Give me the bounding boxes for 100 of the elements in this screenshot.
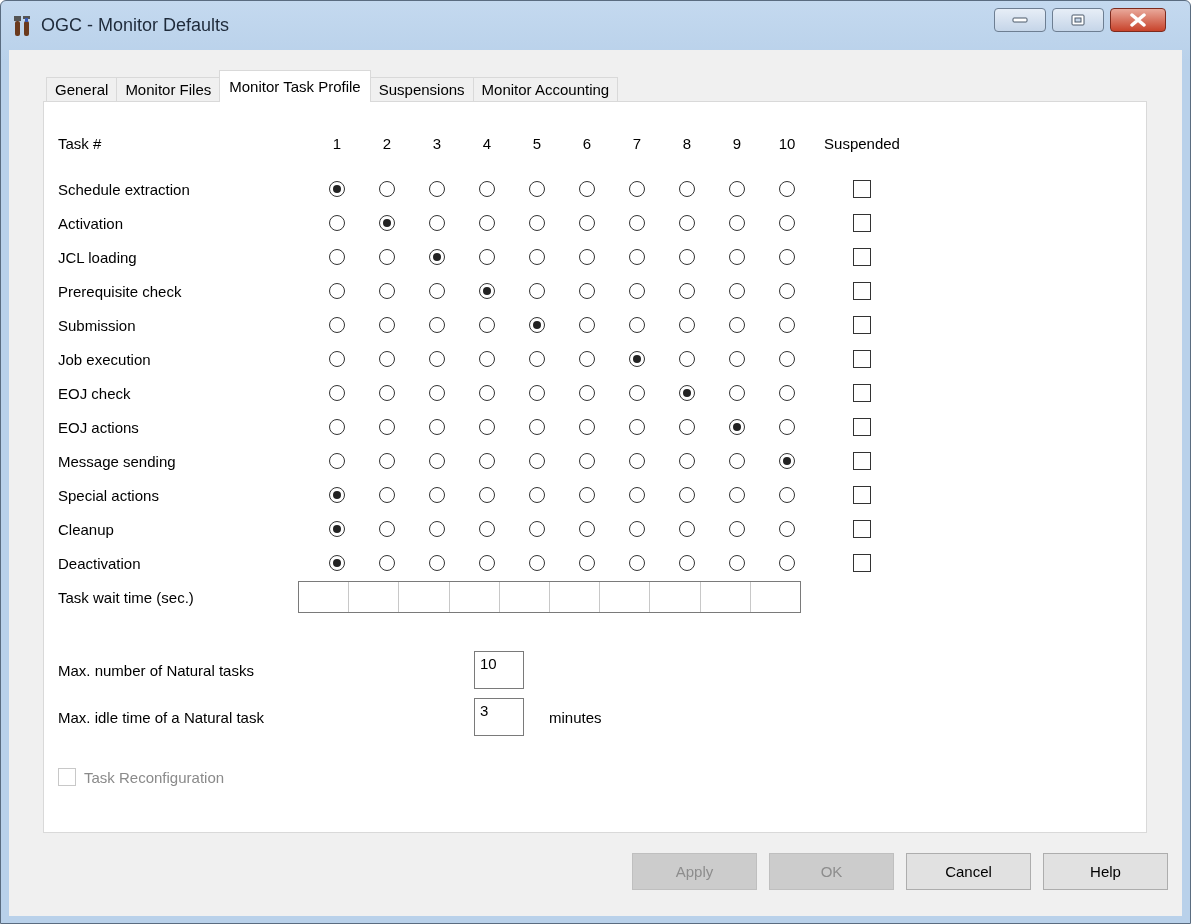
- radio-button[interactable]: [629, 283, 645, 299]
- radio-button[interactable]: [379, 215, 395, 231]
- radio-button[interactable]: [579, 317, 595, 333]
- radio-button[interactable]: [529, 487, 545, 503]
- radio-button[interactable]: [779, 385, 795, 401]
- radio-button[interactable]: [729, 555, 745, 571]
- radio-button[interactable]: [679, 283, 695, 299]
- radio-button[interactable]: [529, 181, 545, 197]
- radio-button[interactable]: [629, 555, 645, 571]
- radio-button[interactable]: [629, 521, 645, 537]
- radio-button[interactable]: [329, 419, 345, 435]
- radio-button[interactable]: [479, 351, 495, 367]
- radio-button[interactable]: [679, 419, 695, 435]
- radio-button[interactable]: [779, 215, 795, 231]
- minimize-button[interactable]: [994, 8, 1046, 32]
- radio-button[interactable]: [679, 521, 695, 537]
- radio-button[interactable]: [429, 521, 445, 537]
- radio-button[interactable]: [429, 487, 445, 503]
- radio-button[interactable]: [729, 419, 745, 435]
- radio-button[interactable]: [479, 385, 495, 401]
- radio-button[interactable]: [579, 215, 595, 231]
- radio-button[interactable]: [779, 419, 795, 435]
- radio-button[interactable]: [579, 521, 595, 537]
- radio-button[interactable]: [379, 283, 395, 299]
- radio-button[interactable]: [779, 249, 795, 265]
- radio-button[interactable]: [629, 351, 645, 367]
- tab[interactable]: General: [46, 77, 118, 101]
- radio-button[interactable]: [429, 453, 445, 469]
- dialog-button[interactable]: Cancel: [906, 853, 1031, 890]
- radio-button[interactable]: [429, 385, 445, 401]
- radio-button[interactable]: [429, 181, 445, 197]
- radio-button[interactable]: [729, 249, 745, 265]
- radio-button[interactable]: [329, 385, 345, 401]
- checkbox[interactable]: [853, 180, 871, 198]
- radio-button[interactable]: [579, 555, 595, 571]
- checkbox[interactable]: [853, 486, 871, 504]
- radio-button[interactable]: [429, 317, 445, 333]
- radio-button[interactable]: [429, 419, 445, 435]
- radio-button[interactable]: [379, 487, 395, 503]
- radio-button[interactable]: [579, 419, 595, 435]
- radio-button[interactable]: [779, 487, 795, 503]
- radio-button[interactable]: [329, 521, 345, 537]
- radio-button[interactable]: [479, 487, 495, 503]
- radio-button[interactable]: [479, 419, 495, 435]
- radio-button[interactable]: [529, 453, 545, 469]
- radio-button[interactable]: [679, 453, 695, 469]
- radio-button[interactable]: [629, 249, 645, 265]
- radio-button[interactable]: [729, 487, 745, 503]
- radio-button[interactable]: [529, 521, 545, 537]
- radio-button[interactable]: [629, 215, 645, 231]
- radio-button[interactable]: [679, 317, 695, 333]
- radio-button[interactable]: [629, 181, 645, 197]
- radio-button[interactable]: [429, 249, 445, 265]
- radio-button[interactable]: [529, 317, 545, 333]
- radio-button[interactable]: [679, 385, 695, 401]
- checkbox[interactable]: [853, 452, 871, 470]
- radio-button[interactable]: [379, 555, 395, 571]
- radio-button[interactable]: [529, 215, 545, 231]
- radio-button[interactable]: [379, 317, 395, 333]
- radio-button[interactable]: [579, 351, 595, 367]
- radio-button[interactable]: [579, 181, 595, 197]
- radio-button[interactable]: [779, 181, 795, 197]
- radio-button[interactable]: [679, 487, 695, 503]
- radio-button[interactable]: [379, 521, 395, 537]
- radio-button[interactable]: [579, 453, 595, 469]
- close-button[interactable]: [1110, 8, 1166, 32]
- checkbox[interactable]: [853, 418, 871, 436]
- tab[interactable]: Monitor Task Profile: [219, 70, 371, 102]
- radio-button[interactable]: [479, 453, 495, 469]
- radio-button[interactable]: [629, 419, 645, 435]
- radio-button[interactable]: [779, 521, 795, 537]
- radio-button[interactable]: [629, 385, 645, 401]
- radio-button[interactable]: [729, 453, 745, 469]
- radio-button[interactable]: [779, 283, 795, 299]
- radio-button[interactable]: [429, 215, 445, 231]
- radio-button[interactable]: [729, 351, 745, 367]
- radio-button[interactable]: [729, 215, 745, 231]
- radio-button[interactable]: [329, 555, 345, 571]
- radio-button[interactable]: [729, 317, 745, 333]
- radio-button[interactable]: [679, 181, 695, 197]
- maximize-button[interactable]: [1052, 8, 1104, 32]
- radio-button[interactable]: [379, 181, 395, 197]
- radio-button[interactable]: [529, 385, 545, 401]
- radio-button[interactable]: [479, 317, 495, 333]
- radio-button[interactable]: [579, 487, 595, 503]
- radio-button[interactable]: [429, 351, 445, 367]
- radio-button[interactable]: [429, 555, 445, 571]
- checkbox[interactable]: [853, 282, 871, 300]
- radio-button[interactable]: [629, 487, 645, 503]
- radio-button[interactable]: [479, 283, 495, 299]
- checkbox[interactable]: [853, 520, 871, 538]
- radio-button[interactable]: [529, 555, 545, 571]
- radio-button[interactable]: [529, 419, 545, 435]
- radio-button[interactable]: [529, 249, 545, 265]
- radio-button[interactable]: [479, 181, 495, 197]
- radio-button[interactable]: [379, 385, 395, 401]
- radio-button[interactable]: [329, 453, 345, 469]
- radio-button[interactable]: [329, 215, 345, 231]
- radio-button[interactable]: [529, 283, 545, 299]
- radio-button[interactable]: [779, 317, 795, 333]
